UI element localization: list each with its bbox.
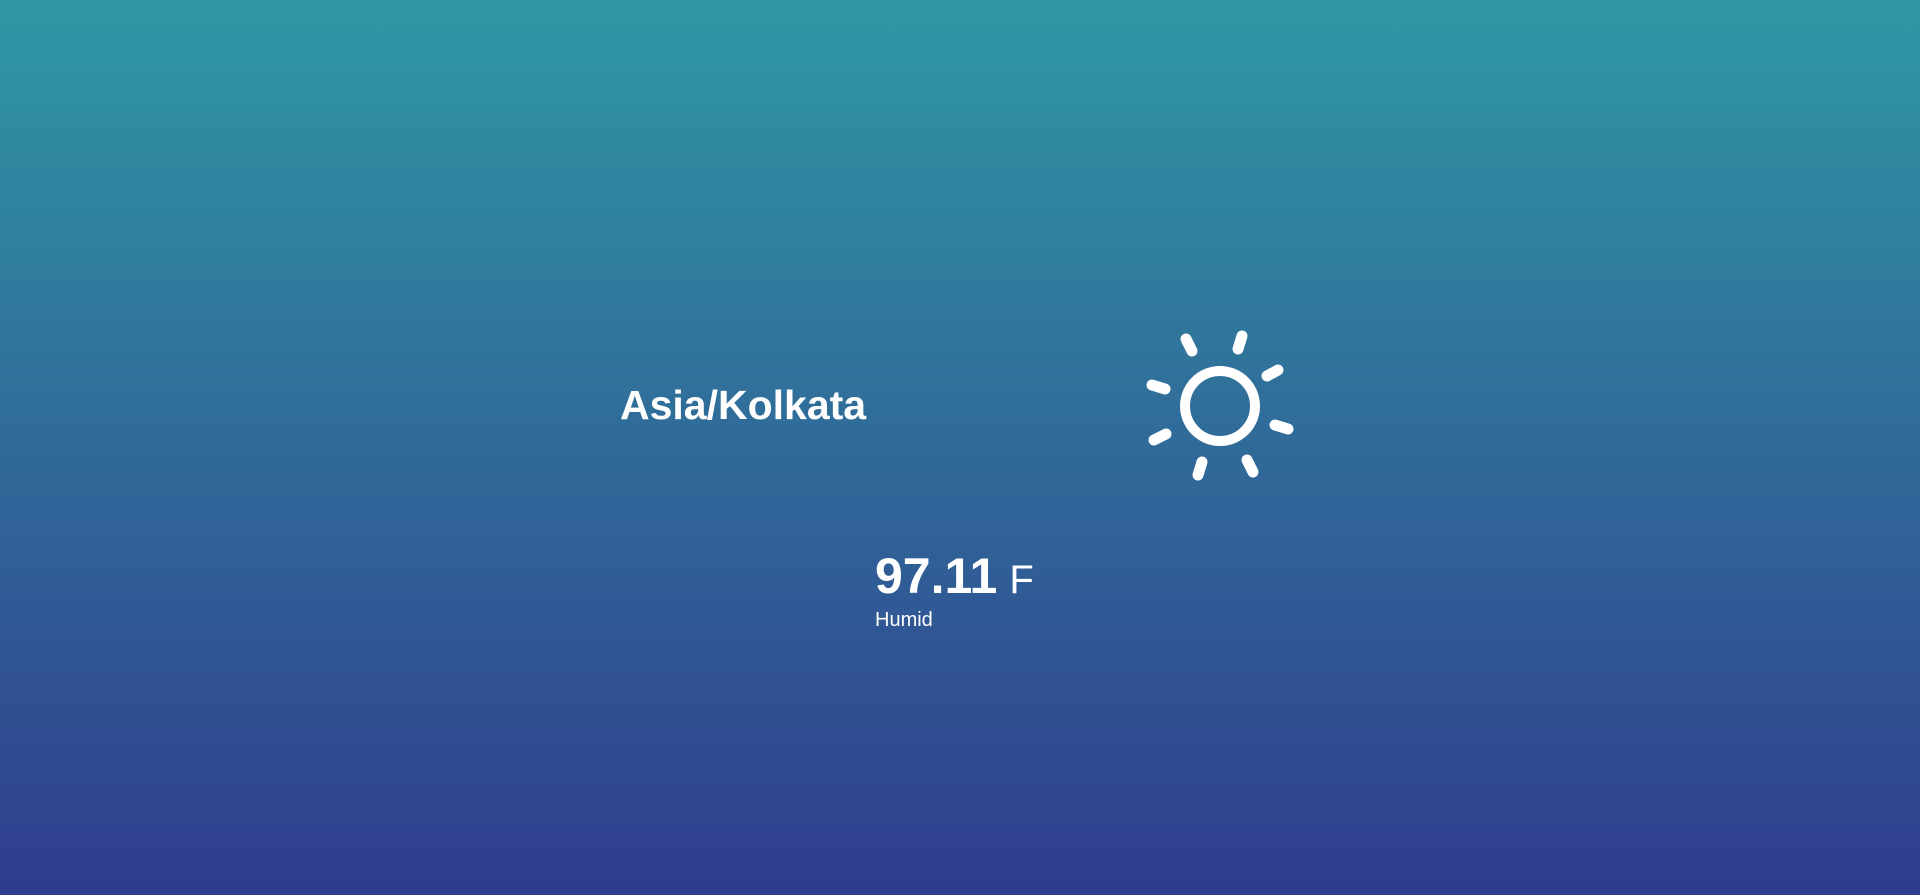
temperature-display: 97.11 F — [875, 548, 1034, 608]
weather-condition: Humid — [875, 609, 933, 631]
sun-icon — [1140, 325, 1300, 485]
page-background — [0, 0, 1920, 895]
location-title: Asia/Kolkata — [620, 382, 867, 428]
temperature-value: 97.11 — [875, 548, 998, 604]
temperature-unit: F — [1009, 558, 1034, 602]
